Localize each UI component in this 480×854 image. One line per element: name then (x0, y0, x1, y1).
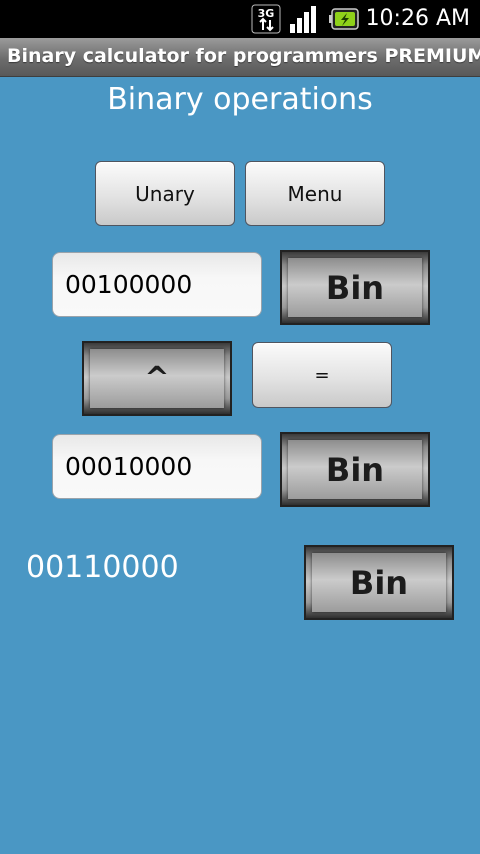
status-bar: 3G 10:26 AM (0, 0, 480, 38)
result-value: 00110000 (26, 550, 179, 585)
equals-button[interactable]: = (252, 342, 392, 408)
battery-charging-icon (329, 8, 359, 30)
menu-button[interactable]: Menu (245, 161, 385, 226)
signal-icon (290, 6, 316, 33)
operand-2-base-button[interactable]: Bin (280, 432, 430, 507)
operand-1-input[interactable]: 00100000 (52, 252, 262, 317)
operand-1-base-label: Bin (288, 258, 422, 317)
status-time: 10:26 AM (365, 6, 470, 31)
unary-button[interactable]: Unary (95, 161, 235, 226)
operand-2-base-label: Bin (288, 440, 422, 499)
page-title: Binary operations (107, 82, 373, 117)
operator-button[interactable]: ^ (82, 341, 232, 416)
svg-text:3G: 3G (258, 7, 275, 20)
result-base-button[interactable]: Bin (304, 545, 454, 620)
app-title: Binary calculator for programmers PREMIU… (7, 45, 480, 67)
result-base-label: Bin (312, 553, 446, 612)
operand-2-input[interactable]: 00010000 (52, 434, 262, 499)
operand-1-base-button[interactable]: Bin (280, 250, 430, 325)
title-bar: Binary calculator for programmers PREMIU… (0, 38, 480, 77)
operator-label: ^ (90, 349, 224, 408)
3g-data-icon: 3G (251, 4, 281, 34)
